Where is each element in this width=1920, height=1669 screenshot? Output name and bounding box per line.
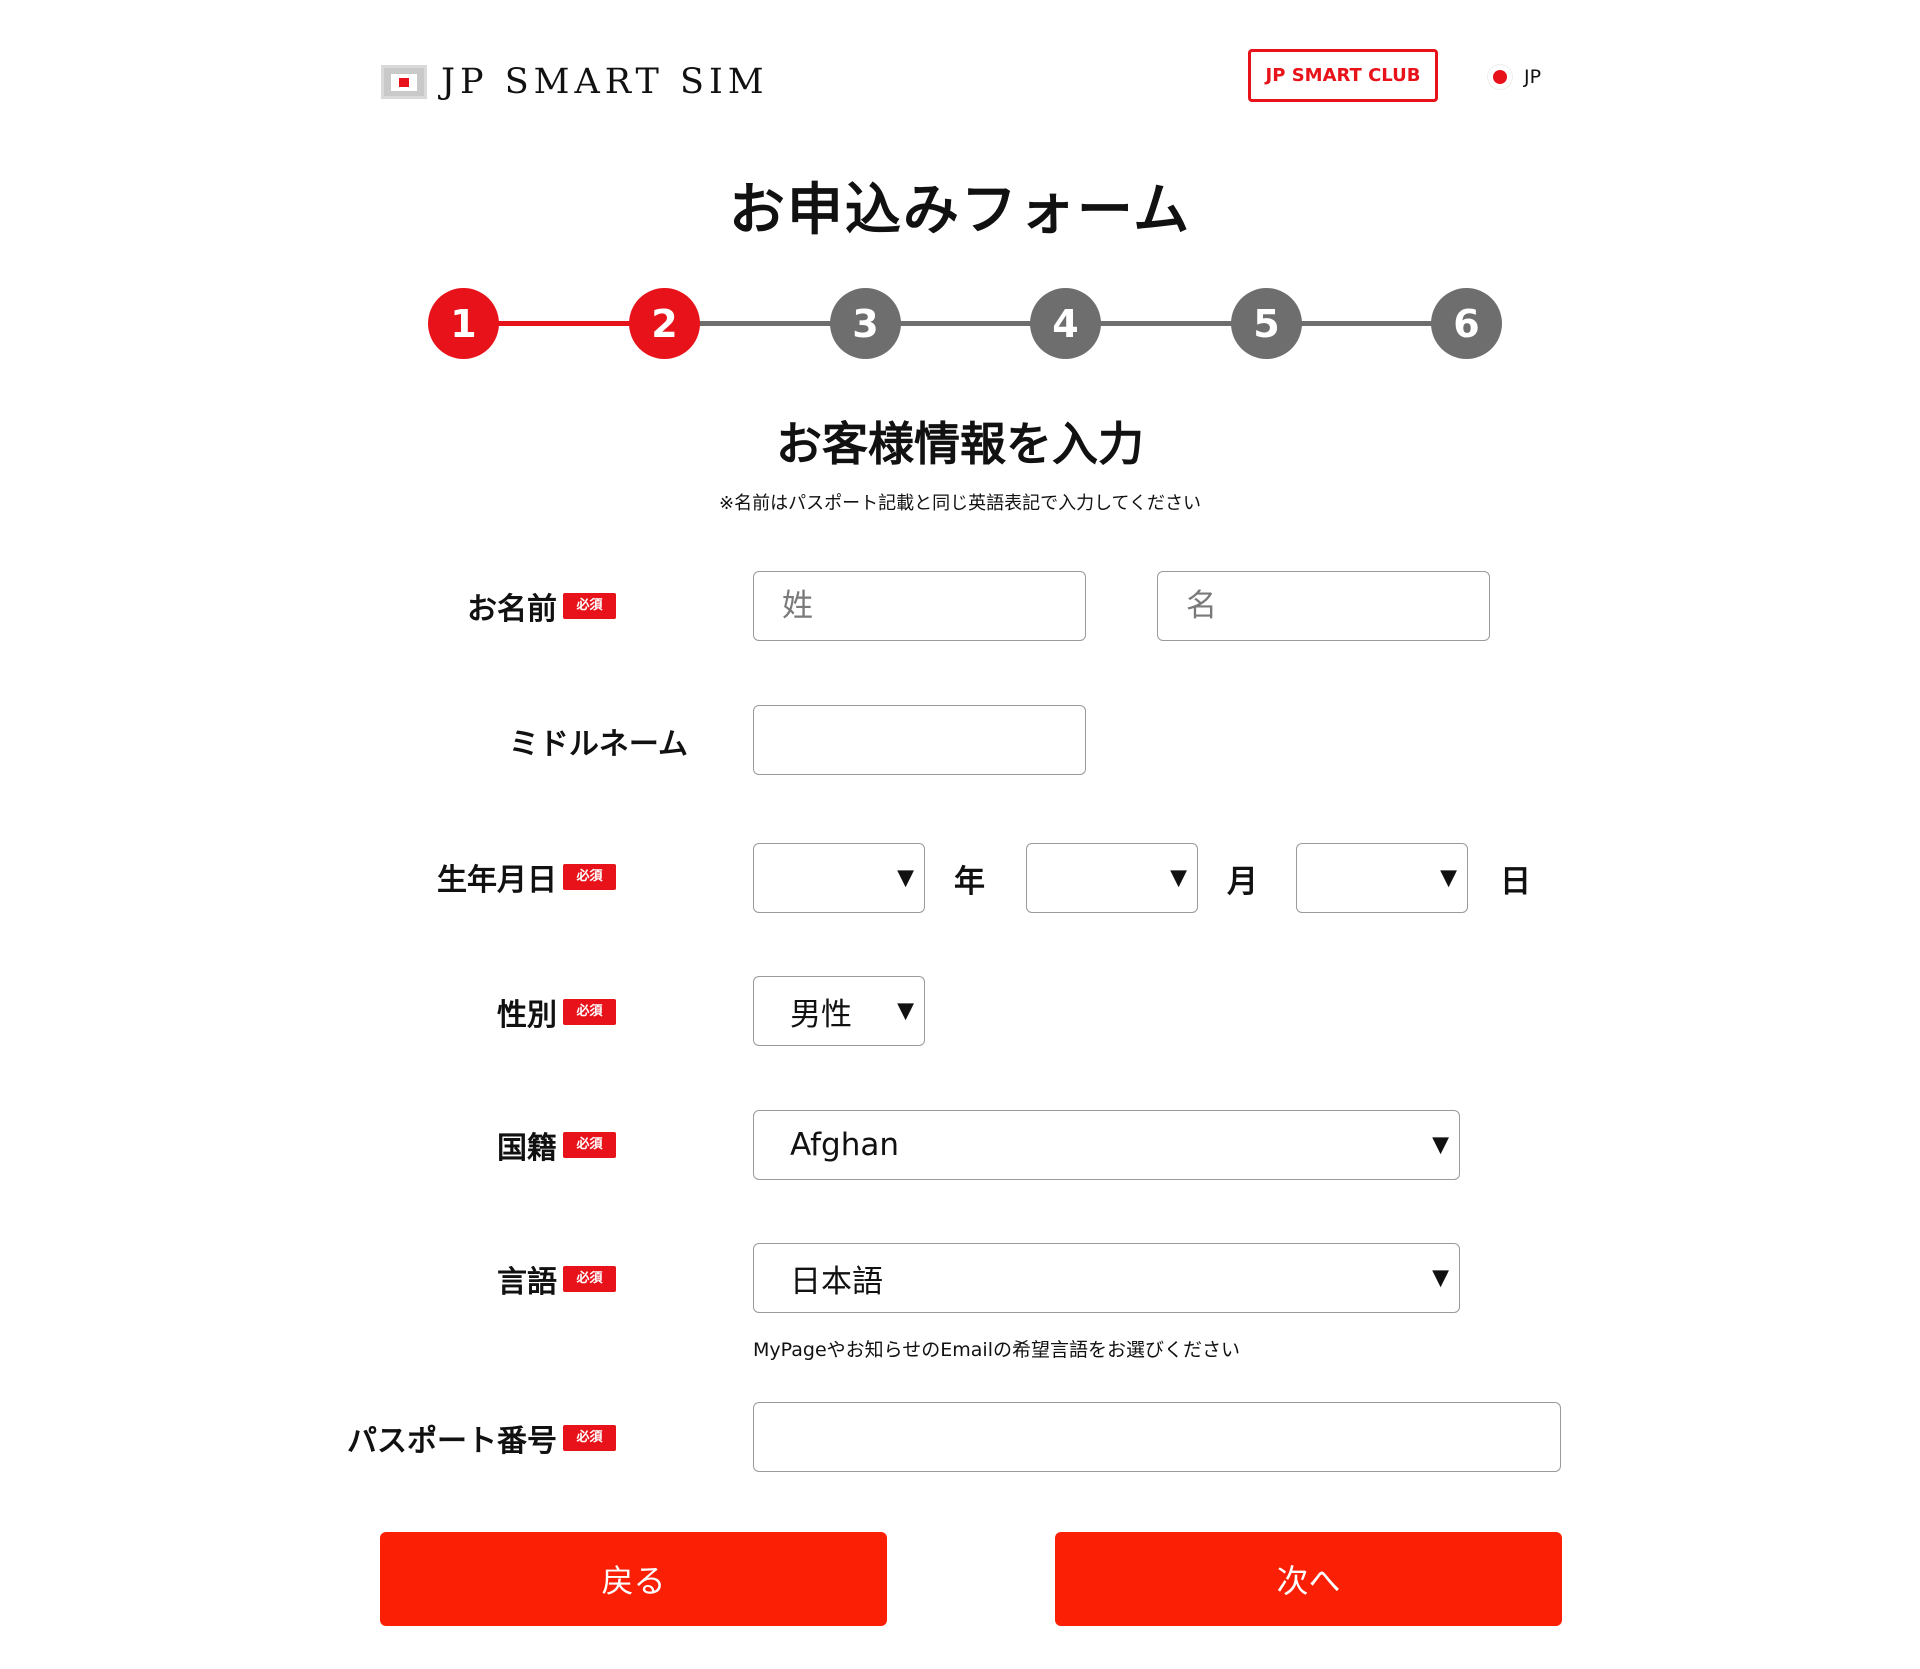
step-2: 2 [629, 288, 700, 359]
gender-select[interactable]: 男性 ▼ [753, 976, 925, 1046]
language-switcher[interactable]: JP [1488, 62, 1541, 92]
dropdown-caret-icon: ▼ [1432, 1265, 1449, 1291]
step-1: 1 [428, 288, 499, 359]
japan-flag-icon [1488, 65, 1512, 89]
name-label: お名前 必須 [467, 586, 616, 627]
month-unit-label: 月 [1227, 863, 1258, 900]
logo-mark-icon [381, 65, 427, 99]
section-note: ※名前はパスポート記載と同じ英語表記で入力してください [719, 493, 1201, 514]
last-name-input[interactable] [753, 571, 1086, 641]
next-button[interactable]: 次へ [1055, 1532, 1562, 1626]
first-name-input[interactable] [1157, 571, 1490, 641]
required-badge: 必須 [563, 864, 616, 890]
dropdown-caret-icon: ▼ [897, 998, 914, 1024]
required-badge: 必須 [563, 999, 616, 1025]
required-badge: 必須 [563, 1266, 616, 1292]
birth-year-select[interactable]: ▼ [753, 843, 925, 913]
dropdown-caret-icon: ▼ [1432, 1132, 1449, 1158]
required-badge: 必須 [563, 1132, 616, 1158]
step-4: 4 [1030, 288, 1101, 359]
language-label: JP [1524, 66, 1542, 88]
logo-text: JP SMART SIM [441, 62, 769, 102]
step-5: 5 [1231, 288, 1302, 359]
required-badge: 必須 [563, 593, 616, 619]
dropdown-caret-icon: ▼ [897, 865, 914, 891]
nationality-select[interactable]: Afghan ▼ [753, 1110, 1460, 1180]
progress-stepper: 1 2 3 4 5 6 [428, 288, 1502, 360]
language-help-text: MyPageやお知らせのEmailの希望言語をお選びください [753, 1339, 1240, 1361]
step-3: 3 [830, 288, 901, 359]
dropdown-caret-icon: ▼ [1170, 865, 1187, 891]
section-title: お客様情報を入力 [776, 417, 1144, 471]
jp-smart-club-button[interactable]: JP SMART CLUB [1248, 49, 1438, 102]
middle-name-label: ミドルネーム [508, 727, 688, 762]
back-button[interactable]: 戻る [380, 1532, 887, 1626]
birth-month-select[interactable]: ▼ [1026, 843, 1198, 913]
logo[interactable]: JP SMART SIM [381, 62, 769, 102]
dropdown-caret-icon: ▼ [1440, 865, 1457, 891]
step-6: 6 [1431, 288, 1502, 359]
page-title: お申込みフォーム [728, 178, 1192, 243]
birth-day-select[interactable]: ▼ [1296, 843, 1468, 913]
language-label: 言語 必須 [497, 1259, 616, 1300]
nationality-label: 国籍 必須 [497, 1125, 616, 1166]
passport-number-input[interactable] [753, 1402, 1561, 1472]
birthdate-label: 生年月日 必須 [437, 857, 616, 898]
gender-label: 性別 必須 [497, 992, 616, 1033]
year-unit-label: 年 [954, 863, 985, 900]
day-unit-label: 日 [1500, 863, 1531, 900]
passport-label: パスポート番号 必須 [347, 1418, 616, 1459]
middle-name-input[interactable] [753, 705, 1086, 775]
language-select[interactable]: 日本語 ▼ [753, 1243, 1460, 1313]
required-badge: 必須 [563, 1425, 616, 1451]
